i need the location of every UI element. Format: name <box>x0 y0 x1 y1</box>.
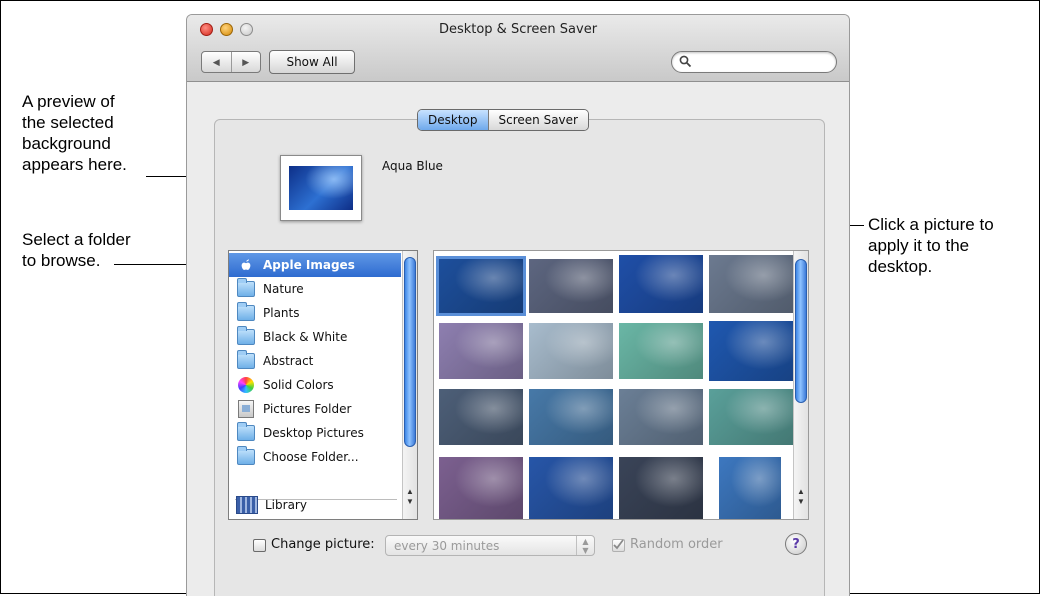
source-item-label: Choose Folder... <box>263 450 359 464</box>
source-list-scroll-arrows[interactable]: ▲ ▼ <box>403 487 417 507</box>
help-button[interactable]: ? <box>785 533 807 555</box>
folder-icon <box>237 446 255 465</box>
tab-control: Desktop Screen Saver <box>417 109 589 131</box>
forward-arrow-icon[interactable]: ▶ <box>232 52 261 72</box>
picture-thumbnail[interactable] <box>709 389 793 445</box>
window-title: Desktop & Screen Saver <box>438 22 598 37</box>
picture-thumbnail-selected[interactable] <box>436 256 526 316</box>
back-forward-control[interactable]: ◀ ▶ <box>201 51 261 73</box>
source-item-choose-folder[interactable]: Choose Folder... <box>229 445 401 469</box>
picture-thumbnail[interactable] <box>709 321 793 381</box>
show-all-button[interactable]: Show All <box>269 50 355 74</box>
picture-thumbnail[interactable] <box>529 259 613 313</box>
annotation-picture: Click a picture to apply it to the deskt… <box>868 215 994 276</box>
picture-thumbnail[interactable] <box>529 389 613 445</box>
picture-thumbnail[interactable] <box>529 457 613 519</box>
picture-grid-scrollbar[interactable]: ▲ ▼ <box>793 251 808 519</box>
random-order-label: Random order <box>630 537 723 552</box>
preferences-window: Desktop & Screen Saver ◀ ▶ Show All Desk… <box>186 14 850 596</box>
source-item-nature[interactable]: Nature <box>229 277 401 301</box>
tab-desktop[interactable]: Desktop <box>418 110 488 130</box>
picture-grid-scroll-thumb[interactable] <box>795 259 807 403</box>
picture-thumbnail[interactable] <box>619 323 703 379</box>
background-preview <box>280 155 362 221</box>
search-input[interactable] <box>694 54 834 72</box>
folder-icon <box>237 422 255 441</box>
preview-name: Aqua Blue <box>382 159 443 173</box>
picture-thumbnail[interactable] <box>439 389 523 445</box>
source-item-label: Solid Colors <box>263 378 334 392</box>
change-picture-label: Change picture: <box>271 537 375 552</box>
folder-icon <box>237 350 255 369</box>
source-item-library[interactable]: Library <box>229 493 401 517</box>
source-item-label: Apple Images <box>263 258 355 272</box>
source-item-label: Abstract <box>263 354 314 368</box>
source-list-scrollbar[interactable]: ▲ ▼ <box>402 251 417 519</box>
back-arrow-icon[interactable]: ◀ <box>202 52 232 72</box>
source-item-pictures-folder[interactable]: Pictures Folder <box>229 397 401 421</box>
source-item-label: Pictures Folder <box>263 402 352 416</box>
apple-icon <box>237 256 255 274</box>
picture-thumbnail[interactable] <box>439 457 523 519</box>
picture-thumbnail[interactable] <box>529 323 613 379</box>
tab-screen-saver[interactable]: Screen Saver <box>487 110 588 130</box>
checkmark-icon <box>613 539 624 550</box>
change-picture-checkbox[interactable] <box>253 539 266 552</box>
source-item-abstract[interactable]: Abstract <box>229 349 401 373</box>
title-bar: Desktop & Screen Saver ◀ ▶ Show All <box>187 15 849 82</box>
picture-thumbnail[interactable] <box>619 389 703 445</box>
source-item-label: Plants <box>263 306 300 320</box>
source-item-desktop-pictures[interactable]: Desktop Pictures <box>229 421 401 445</box>
picture-grid-scroll-arrows[interactable]: ▲ ▼ <box>794 487 808 507</box>
color-wheel-icon <box>238 377 254 393</box>
change-interval-value: every 30 minutes <box>394 538 500 553</box>
source-item-label: Black & White <box>263 330 348 344</box>
picture-thumbnail[interactable] <box>619 255 703 313</box>
annotation-preview: A preview of the selected background app… <box>22 92 127 174</box>
source-item-label: Desktop Pictures <box>263 426 364 440</box>
picture-thumbnail[interactable] <box>619 457 703 519</box>
picture-thumbnail[interactable] <box>719 457 781 519</box>
random-order-checkbox[interactable] <box>612 539 625 552</box>
folder-icon <box>237 326 255 345</box>
source-item-apple-images[interactable]: Apple Images <box>229 253 401 277</box>
picture-thumbnail[interactable] <box>709 255 793 313</box>
source-item-black-white[interactable]: Black & White <box>229 325 401 349</box>
pictures-folder-icon <box>238 400 254 418</box>
search-field[interactable] <box>671 51 837 73</box>
popup-arrows-icon: ▲ ▼ <box>576 536 594 555</box>
folder-icon <box>237 302 255 321</box>
folder-source-list: Apple Images Nature Plants Black & White… <box>228 250 418 520</box>
source-item-label: Library <box>265 498 307 512</box>
source-item-plants[interactable]: Plants <box>229 301 401 325</box>
source-item-label: Nature <box>263 282 304 296</box>
library-icon <box>236 496 258 514</box>
picture-grid: ▲ ▼ <box>433 250 809 520</box>
preview-image <box>289 166 353 210</box>
source-list-scroll-thumb[interactable] <box>404 257 416 447</box>
folder-icon <box>237 278 255 297</box>
source-item-solid-colors[interactable]: Solid Colors <box>229 373 401 397</box>
search-icon <box>679 55 692 68</box>
picture-thumbnail[interactable] <box>439 323 523 379</box>
change-interval-popup[interactable]: every 30 minutes ▲ ▼ <box>385 535 595 556</box>
